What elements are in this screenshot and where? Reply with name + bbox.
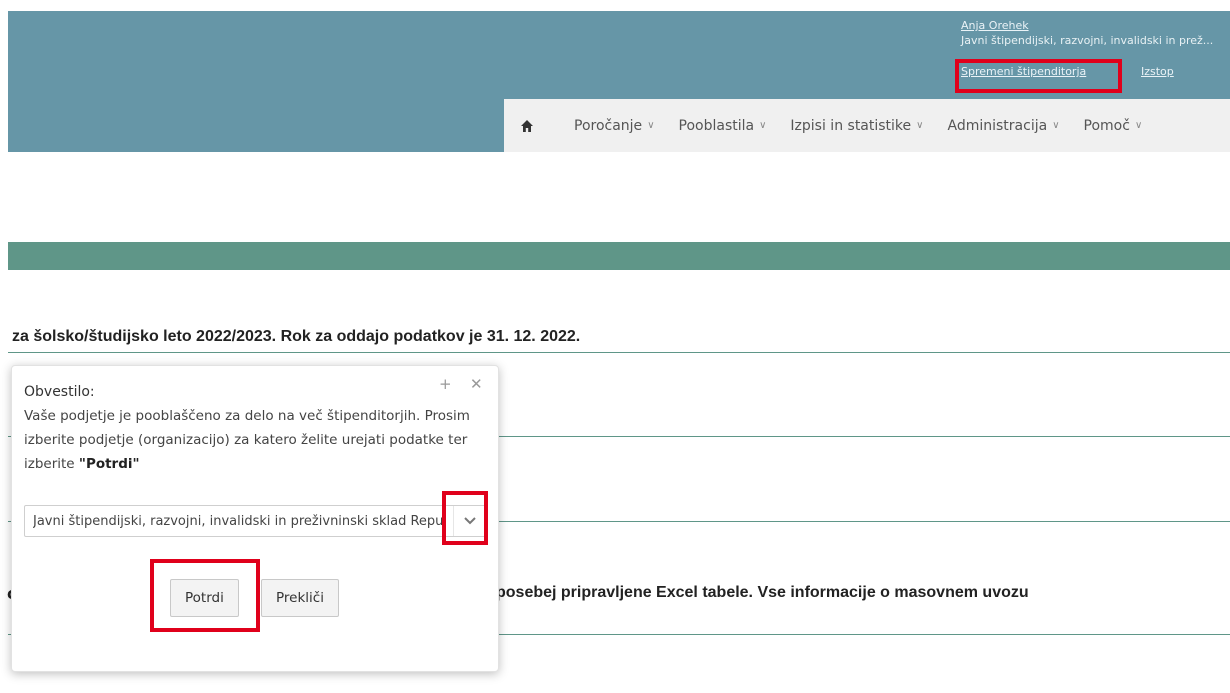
organization-select-toggle[interactable] (453, 506, 486, 536)
nav-izpisi[interactable]: Izpisi in statistike ∨ (790, 118, 923, 134)
nav-porocanje-label: Poročanje (574, 117, 643, 134)
chevron-down-icon (464, 517, 476, 525)
chevron-down-icon: ∨ (1052, 120, 1060, 131)
nav-izpisi-label: Izpisi in statistike (790, 117, 912, 134)
organization-select-value: Javni štipendijski, razvojni, invalidski… (33, 514, 443, 529)
nav-administracija-label: Administracija (947, 117, 1048, 134)
dialog-message: Vaše podjetje je pooblaščeno za delo na … (24, 404, 486, 476)
import-info-text: posebej pripravljene Excel tabele. Vse i… (496, 584, 1029, 601)
chevron-down-icon: ∨ (647, 120, 655, 131)
nav-pomoc-label: Pomoč (1083, 117, 1130, 134)
cancel-button[interactable]: Prekliči (261, 579, 339, 617)
notice-dialog: + ✕ Obvestilo: Vaše podjetje je pooblašč… (11, 365, 499, 672)
nav-pooblastila-label: Pooblastila (678, 117, 755, 134)
dialog-message-bold: "Potrdi" (78, 456, 140, 472)
change-scholarship-provider-link[interactable]: Spremeni štipenditorja (961, 64, 1086, 79)
chevron-down-icon: ∨ (759, 120, 767, 131)
plus-icon[interactable]: + (439, 375, 452, 393)
confirm-button[interactable]: Potrdi (170, 579, 239, 617)
nav-porocanje[interactable]: Poročanje ∨ (574, 118, 655, 134)
nav-pomoc[interactable]: Pomoč ∨ (1084, 118, 1143, 134)
user-name-link[interactable]: Anja Orehek (961, 18, 1029, 33)
divider (8, 352, 1230, 353)
nav-home[interactable] (504, 119, 550, 133)
chevron-down-icon: ∨ (1134, 120, 1143, 131)
deadline-notice: za šolsko/študijsko leto 2022/2023. Rok … (12, 328, 581, 345)
main-nav: Poročanje ∨ Pooblastila ∨ Izpisi in stat… (504, 99, 1230, 152)
organization-select[interactable]: Javni štipendijski, razvojni, invalidski… (24, 505, 487, 537)
home-icon (521, 119, 533, 132)
logout-link[interactable]: Izstop (1141, 64, 1174, 79)
dialog-title: Obvestilo: (24, 384, 95, 400)
nav-administracija[interactable]: Administracija ∨ (948, 118, 1060, 134)
section-band (8, 242, 1230, 270)
user-organization: Javni štipendijski, razvojni, invalidski… (961, 34, 1214, 47)
nav-pooblastila[interactable]: Pooblastila ∨ (679, 118, 767, 134)
close-icon[interactable]: ✕ (470, 375, 483, 393)
chevron-down-icon: ∨ (916, 120, 924, 131)
